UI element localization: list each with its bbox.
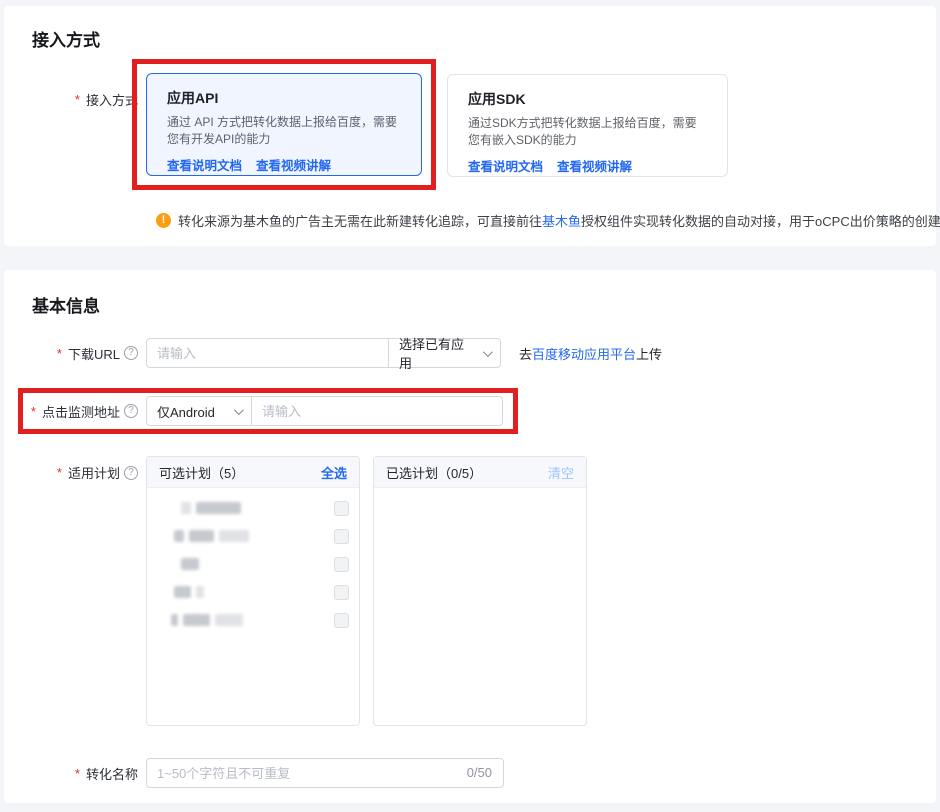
required-asterisk [57, 465, 64, 480]
plan-list-item [147, 578, 359, 606]
click-monitor-input[interactable] [251, 396, 503, 426]
card-app-api[interactable]: 应用API 通过 API 方式把转化数据上报给百度，需要您有开发API的能力 查… [146, 73, 422, 176]
clear-link[interactable]: 清空 [548, 463, 574, 482]
redacted-plan-name [147, 586, 204, 598]
required-asterisk [57, 346, 64, 361]
applicable-plans-field: 适用计划 可选计划（5） 全选 [32, 456, 908, 726]
plan-checkbox[interactable] [334, 529, 349, 544]
help-icon[interactable] [124, 404, 138, 418]
card-title: 应用API [167, 88, 401, 108]
conversion-name-label: 转化名称 [32, 764, 138, 783]
plan-list-item [147, 494, 359, 522]
os-type-dropdown[interactable]: 仅Android [146, 396, 252, 426]
card-description: 通过 API 方式把转化数据上报给百度，需要您有开发API的能力 [167, 114, 401, 148]
conversion-name-field: 转化名称 0/50 [32, 758, 908, 788]
chevron-down-icon [234, 405, 244, 415]
chevron-down-icon [483, 347, 493, 357]
applicable-plans-label: 适用计划 [32, 463, 138, 482]
help-icon[interactable] [124, 346, 138, 360]
download-url-input[interactable] [146, 338, 389, 368]
card-description: 通过SDK方式把转化数据上报给百度，需要您有嵌入SDK的能力 [468, 115, 707, 149]
redacted-plan-name [147, 530, 249, 542]
plan-checkbox[interactable] [334, 557, 349, 572]
plan-checkbox[interactable] [334, 501, 349, 516]
basic-section-title: 基本信息 [32, 296, 908, 318]
access-section-title: 接入方式 [32, 30, 908, 52]
access-method-section: 接入方式 接入方式 应用API 通过 API 方式把转化数据上报给百度，需要您有… [4, 6, 936, 246]
select-existing-app-dropdown[interactable]: 选择已有应用 [388, 338, 501, 368]
annotation-box-api-card: 应用API 通过 API 方式把转化数据上报给百度，需要您有开发API的能力 查… [132, 59, 436, 190]
card-app-sdk[interactable]: 应用SDK 通过SDK方式把转化数据上报给百度，需要您有嵌入SDK的能力 查看说… [447, 74, 728, 177]
view-video-link[interactable]: 查看视频讲解 [557, 156, 632, 175]
download-url-field: 下载URL 选择已有应用 去百度移动应用平台上传 [32, 338, 908, 368]
jimuyu-link[interactable]: 基木鱼 [542, 214, 581, 229]
jimuyu-notice: 转化来源为基木鱼的广告主无需在此新建转化追踪，可直接前往基木鱼授权组件实现转化数… [156, 211, 908, 230]
available-plans-list [147, 488, 359, 725]
selected-plans-title: 已选计划（0/5） [386, 463, 482, 482]
plan-list-item [147, 550, 359, 578]
click-monitor-field: 点击监测地址 仅Android [32, 396, 503, 426]
plan-list-item [147, 522, 359, 550]
available-plans-title: 可选计划（5） [159, 463, 244, 482]
required-asterisk [31, 404, 38, 419]
upload-hint: 去百度移动应用平台上传 [519, 344, 662, 363]
notice-text: 转化来源为基木鱼的广告主无需在此新建转化追踪，可直接前往基木鱼授权组件实现转化数… [178, 211, 940, 230]
basic-info-section: 基本信息 下载URL 选择已有应用 去百度移动应用平台上传 点击监测地址 [4, 270, 936, 803]
view-docs-link[interactable]: 查看说明文档 [167, 155, 242, 174]
method-cards: 应用API 通过 API 方式把转化数据上报给百度，需要您有开发API的能力 查… [146, 73, 728, 177]
section-gap [0, 246, 940, 270]
plan-checkbox[interactable] [334, 585, 349, 600]
access-method-field: 接入方式 应用API 通过 API 方式把转化数据上报给百度，需要您有开发API… [32, 73, 908, 177]
select-all-link[interactable]: 全选 [321, 463, 347, 482]
help-icon[interactable] [124, 466, 138, 480]
redacted-plan-name [147, 502, 241, 514]
plan-checkbox[interactable] [334, 613, 349, 628]
download-url-label: 下载URL [32, 344, 138, 363]
warning-icon [156, 213, 171, 228]
required-asterisk [75, 92, 82, 107]
baidu-mobile-platform-link[interactable]: 百度移动应用平台 [532, 347, 636, 362]
available-plans-panel: 可选计划（5） 全选 [146, 456, 360, 726]
plan-list-item [147, 606, 359, 634]
annotation-box-click-monitor: 点击监测地址 仅Android [18, 388, 518, 434]
selected-plans-list [374, 488, 586, 725]
card-title: 应用SDK [468, 89, 707, 109]
click-monitor-label: 点击监测地址 [32, 402, 138, 421]
access-method-label: 接入方式 [32, 90, 138, 109]
view-video-link[interactable]: 查看视频讲解 [256, 155, 331, 174]
selected-plans-panel: 已选计划（0/5） 清空 [373, 456, 587, 726]
redacted-plan-name [147, 558, 199, 570]
redacted-plan-name [147, 614, 243, 626]
view-docs-link[interactable]: 查看说明文档 [468, 156, 543, 175]
conversion-name-input[interactable] [146, 758, 504, 788]
required-asterisk [75, 766, 82, 781]
